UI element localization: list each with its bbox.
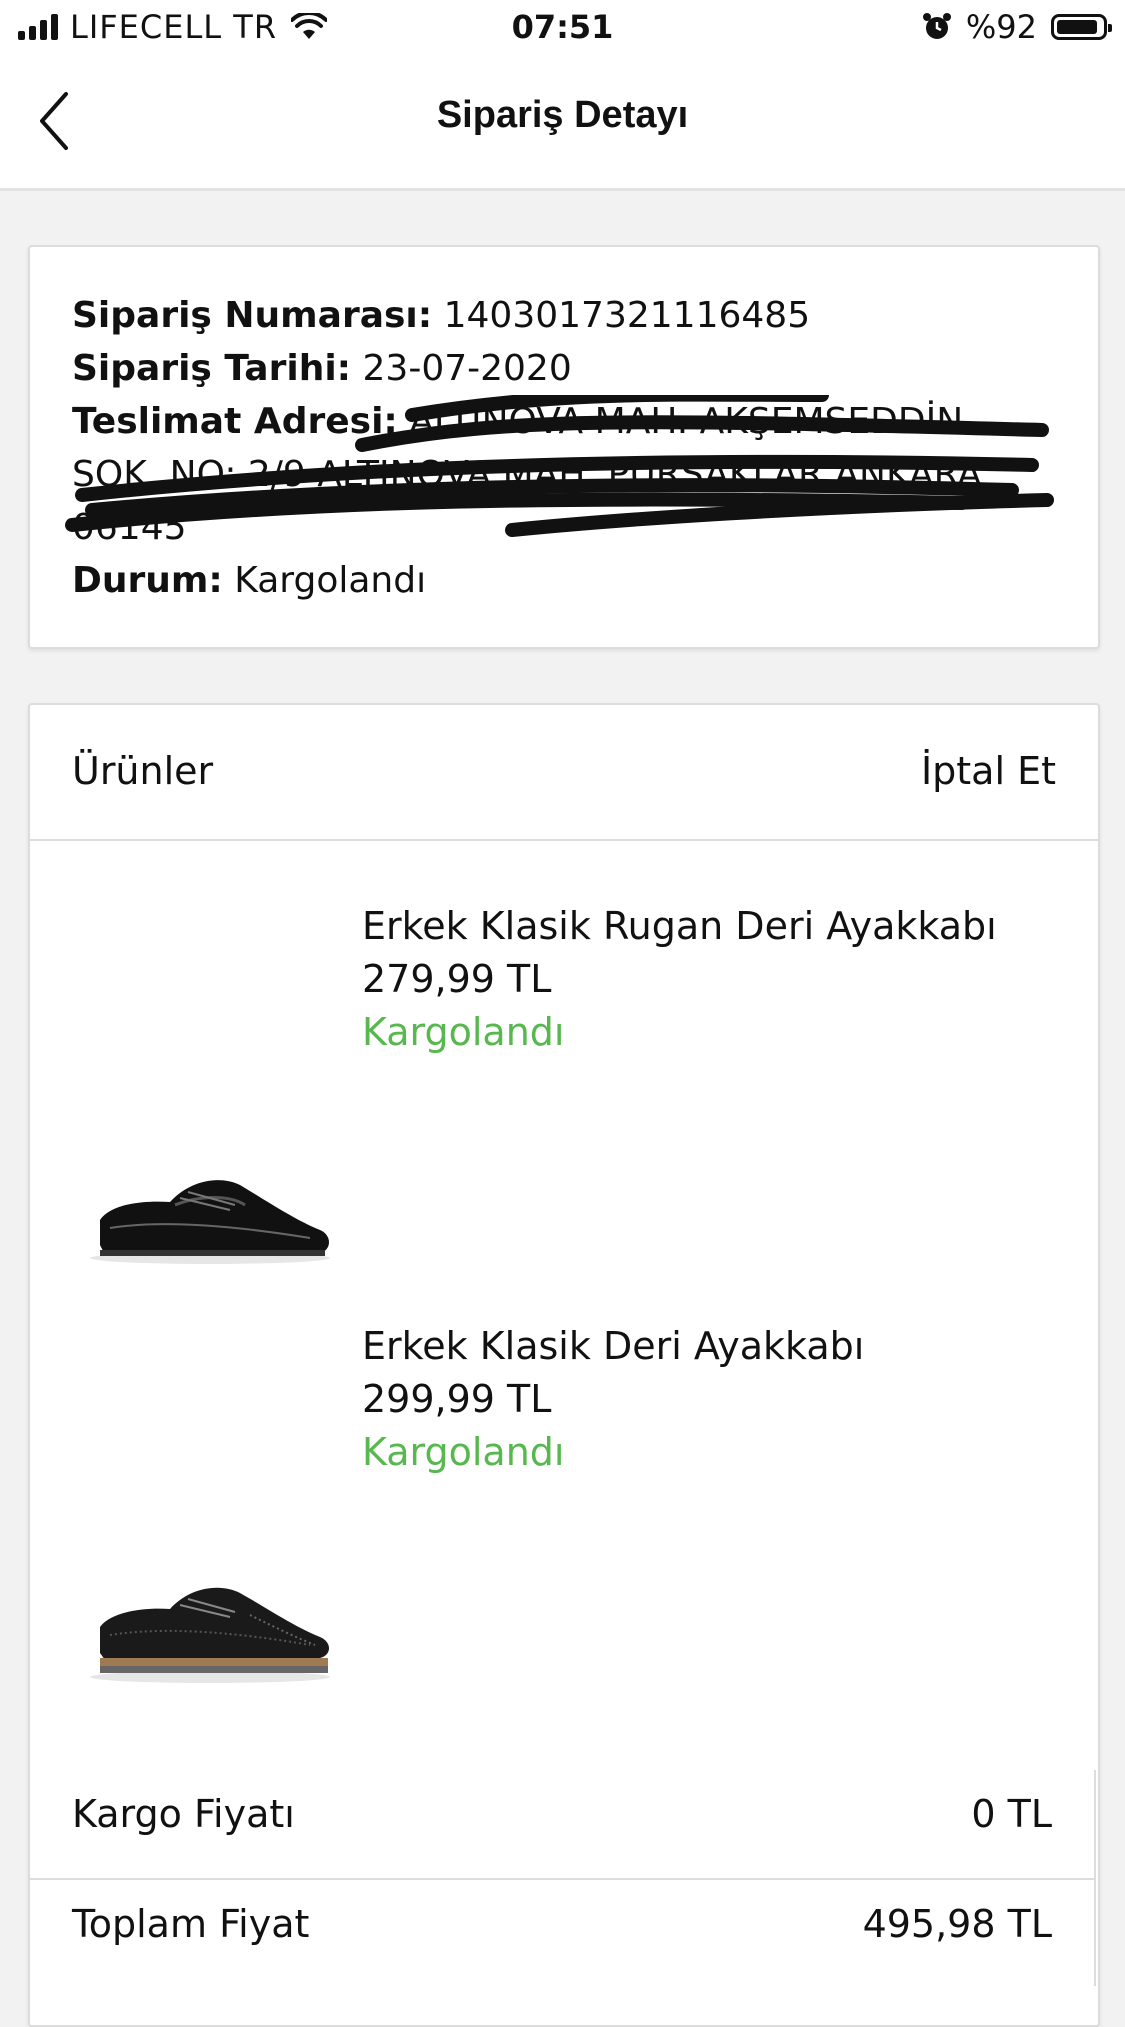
order-number-label: Sipariş Numarası: <box>72 295 433 336</box>
product-item[interactable]: Erkek Klasik Rugan Deri Ayakkabı 279,99 … <box>30 860 1098 1280</box>
product-item[interactable]: Erkek Klasik Deri Ayakkabı 299,99 TL Kar… <box>30 1280 1098 1700</box>
product-details: Erkek Klasik Deri Ayakkabı 299,99 TL Kar… <box>362 1320 864 1479</box>
battery-icon <box>1051 14 1112 40</box>
brogue-shoe-image <box>90 1587 330 1683</box>
product-details: Erkek Klasik Rugan Deri Ayakkabı 279,99 … <box>362 900 997 1059</box>
product-name: Erkek Klasik Rugan Deri Ayakkabı <box>362 904 997 948</box>
nav-bar: Sipariş Detayı <box>0 56 1125 191</box>
status-bar: LIFECELL TR 07:51 %92 <box>0 0 1125 56</box>
cancel-order-button[interactable]: İptal Et <box>921 749 1056 793</box>
battery-percent: %92 <box>965 8 1037 46</box>
product-status: Kargolandı <box>362 1010 565 1054</box>
patent-leather-shoe-image <box>90 1180 330 1264</box>
order-status-label: Durum: <box>72 560 223 601</box>
products-title: Ürünler <box>72 749 214 793</box>
order-number-row: Sipariş Numarası: 1403017321116485 <box>72 289 1056 342</box>
redaction-scribble <box>65 395 1054 537</box>
total-price-value: 495,98 TL <box>862 1902 1052 1946</box>
shipping-price-label: Kargo Fiyatı <box>72 1792 295 1836</box>
order-info-card: Sipariş Numarası: 1403017321116485 Sipar… <box>28 245 1100 649</box>
order-date-label: Sipariş Tarihi: <box>72 348 352 389</box>
page-title: Sipariş Detayı <box>436 94 689 136</box>
shipping-price-value: 0 TL <box>971 1792 1052 1836</box>
product-status: Kargolandı <box>362 1430 565 1474</box>
shipping-price-row: Kargo Fiyatı 0 TL <box>28 1770 1096 1878</box>
alarm-icon <box>922 13 951 39</box>
total-price-label: Toplam Fiyat <box>72 1902 310 1946</box>
order-status-row: Durum: Kargolandı <box>72 554 1056 607</box>
total-price-row: Toplam Fiyat 495,98 TL <box>28 1878 1096 1986</box>
status-right: %92 <box>922 8 1112 46</box>
order-date-value: 23-07-2020 <box>362 348 572 389</box>
products-header: Ürünler İptal Et <box>30 705 1098 841</box>
product-price: 279,99 TL <box>362 957 552 1001</box>
product-price: 299,99 TL <box>362 1377 552 1421</box>
order-status-value: Kargolandı <box>234 560 427 601</box>
order-number-value: 1403017321116485 <box>443 295 811 336</box>
delivery-address-row: Teslimat Adresi: ALTINOVA MAH. AKŞEMSEDD… <box>65 395 1056 554</box>
order-info: Sipariş Numarası: 1403017321116485 Sipar… <box>65 289 1056 607</box>
product-name: Erkek Klasik Deri Ayakkabı <box>362 1324 865 1368</box>
order-date-row: Sipariş Tarihi: 23-07-2020 <box>72 342 1056 395</box>
